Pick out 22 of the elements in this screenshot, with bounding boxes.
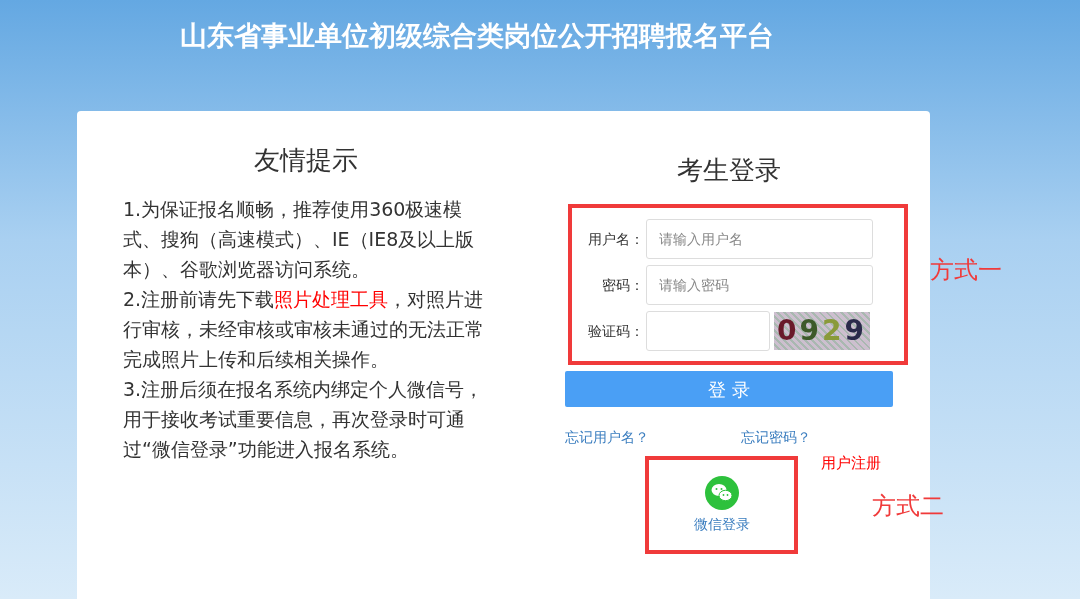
annotation-label: 方式二 — [872, 491, 944, 522]
forgot-link[interactable]: 忘记密码？ — [741, 427, 811, 448]
tips-heading: 友情提示 — [253, 144, 359, 177]
password-field[interactable]: 请输入密码 — [646, 265, 873, 305]
page-title: 山东省事业单位初级综合类岗位公开招聘报名平台 — [179, 19, 775, 53]
field-label: 密码： — [601, 275, 645, 295]
annotation-label: 方式一 — [930, 255, 1002, 286]
register-link[interactable]: 用户注册 — [821, 452, 881, 472]
field-label: 验证码： — [587, 321, 645, 341]
field-label: 用户名： — [587, 229, 645, 249]
tip-text: 1.为保证报名顺畅，推荐使用360极速模式、搜狗（高速模式）、IE（IE8及以上版本）、谷歌浏览器访问系统。 — [123, 197, 476, 282]
download-link[interactable]: 照片处理工具 — [274, 288, 389, 310]
forgot-link[interactable]: 忘记用户名？ — [565, 427, 741, 448]
captcha-field[interactable] — [646, 311, 770, 351]
wechat-login-button[interactable]: 微信登录 — [645, 456, 798, 554]
captcha-image[interactable]: 0929 — [774, 312, 870, 350]
username-field[interactable]: 请输入用户名 — [646, 219, 873, 259]
login-heading: 考生登录 — [676, 154, 782, 187]
tip-text: 2.注册前请先下载照片处理工具，对照片进行审核，未经审核或审核未通过的无法正常完成照片上传和后续相关操作。 — [123, 287, 485, 372]
login-button[interactable]: 登 录 — [565, 371, 893, 407]
tip-text: 3.注册后须在报名系统内绑定个人微信号，用于接收考试重要信息，再次登录时可通过“微信登录”功能进入报名系统。 — [123, 377, 485, 462]
chat-bubbles-icon — [704, 476, 739, 510]
